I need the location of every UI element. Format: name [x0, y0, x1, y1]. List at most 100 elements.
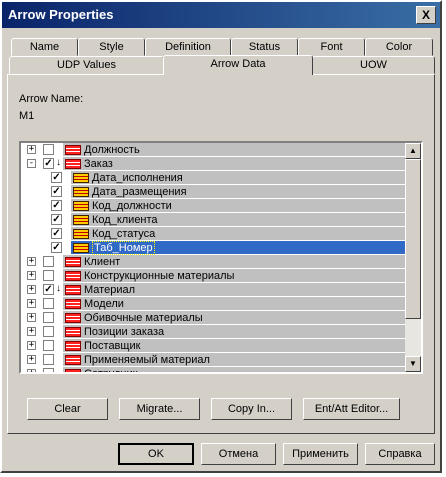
ent-att-editor-button[interactable]: Ent/Att Editor... — [303, 398, 400, 420]
dialog-title: Arrow Properties — [8, 7, 114, 22]
row-checkbox[interactable]: ✓ — [51, 228, 62, 239]
attribute-row[interactable]: ✓ Таб_Номер — [21, 241, 405, 255]
close-button[interactable]: X — [416, 6, 436, 24]
expand-icon[interactable]: + — [27, 145, 36, 154]
arrow-name-label: Arrow Name: — [19, 93, 84, 105]
expand-icon[interactable]: + — [27, 313, 36, 322]
row-checkbox[interactable]: ✓ — [51, 200, 62, 211]
row-checkbox[interactable] — [43, 270, 54, 281]
row-checkbox[interactable] — [43, 298, 54, 309]
tab-style[interactable]: Style — [78, 38, 145, 56]
entity-icon — [65, 369, 81, 372]
expand-icon[interactable]: + — [27, 299, 36, 308]
ok-button[interactable]: OK — [118, 443, 194, 465]
tab-udp-values[interactable]: UDP Values — [9, 56, 164, 74]
arrow-name-value: M1 — [19, 110, 35, 122]
entity-icon — [65, 145, 81, 155]
attribute-row[interactable]: ✓ Код_клиента — [21, 213, 405, 227]
row-highlight — [63, 157, 405, 171]
scroll-up-button[interactable]: ▲ — [405, 143, 421, 159]
row-label: Позиции заказа — [84, 326, 165, 338]
row-checkbox[interactable] — [43, 312, 54, 323]
apply-button[interactable]: Применить — [283, 443, 358, 465]
row-checkbox[interactable] — [43, 326, 54, 337]
expand-icon[interactable]: + — [27, 355, 36, 364]
row-label: Должность — [84, 144, 140, 156]
row-checkbox[interactable] — [43, 144, 54, 155]
expand-icon[interactable]: + — [27, 257, 36, 266]
entity-row[interactable]: + Клиент — [21, 255, 405, 269]
entity-row[interactable]: + Должность — [21, 143, 405, 157]
entity-row[interactable]: + Применяемый материал — [21, 353, 405, 367]
expand-icon[interactable]: + — [27, 327, 36, 336]
tree-rows: + Должность - ✓ ↓ Заказ ✓ Дата_исполнения ✓ Дата_… — [21, 143, 405, 372]
tab-name[interactable]: Name — [11, 38, 78, 56]
attribute-row[interactable]: ✓ Код_должности — [21, 199, 405, 213]
row-label: Дата_исполнения — [92, 172, 183, 184]
tab-status[interactable]: Status — [231, 38, 298, 56]
expand-icon[interactable]: + — [27, 285, 36, 294]
tab-arrow-data[interactable]: Arrow Data — [163, 55, 313, 75]
row-label: Код_клиента — [92, 214, 158, 226]
scroll-down-button[interactable]: ▼ — [405, 356, 421, 372]
row-label: Таб_Номер — [92, 241, 155, 255]
entity-icon — [65, 271, 81, 281]
entity-icon — [65, 313, 81, 323]
tab-definition[interactable]: Definition — [145, 38, 231, 56]
cancel-button[interactable]: Отмена — [201, 443, 276, 465]
tab-color[interactable]: Color — [365, 38, 433, 56]
row-checkbox[interactable]: ✓ — [51, 186, 62, 197]
attribute-icon — [73, 215, 89, 225]
entity-row[interactable]: + ✓ ↓ Материал — [21, 283, 405, 297]
entity-row[interactable]: - ✓ ↓ Заказ — [21, 157, 405, 171]
expand-icon[interactable]: + — [27, 369, 36, 372]
attribute-icon — [73, 201, 89, 211]
row-label: Сотрудник — [84, 367, 137, 372]
entity-icon — [65, 285, 81, 295]
row-label: Поставщик — [84, 340, 141, 352]
expand-icon[interactable]: + — [27, 271, 36, 280]
attribute-icon — [73, 243, 89, 253]
tab-uow[interactable]: UOW — [312, 56, 435, 74]
entity-icon — [65, 159, 81, 169]
entity-icon — [65, 299, 81, 309]
row-checkbox[interactable]: ✓ — [51, 242, 62, 253]
collapse-icon[interactable]: - — [27, 159, 36, 168]
copy-in-button[interactable]: Copy In... — [211, 398, 292, 420]
entity-row[interactable]: + Позиции заказа — [21, 325, 405, 339]
tree-vertical-scrollbar[interactable]: ▲ ▼ — [405, 143, 421, 372]
entity-row[interactable]: + Модели — [21, 297, 405, 311]
row-checkbox[interactable] — [43, 340, 54, 351]
entity-icon — [65, 327, 81, 337]
attribute-icon — [73, 187, 89, 197]
row-checkbox[interactable]: ✓ — [51, 172, 62, 183]
clear-button[interactable]: Clear — [27, 398, 108, 420]
row-label: Модели — [84, 298, 124, 310]
entity-row[interactable]: + Сотрудник — [21, 367, 405, 372]
attribute-row[interactable]: ✓ Дата_размещения — [21, 185, 405, 199]
tab-font[interactable]: Font — [298, 38, 365, 56]
row-checkbox[interactable]: ✓ — [43, 158, 54, 169]
entity-attribute-tree[interactable]: + Должность - ✓ ↓ Заказ ✓ Дата_исполнения ✓ Дата_… — [19, 141, 423, 374]
entity-row[interactable]: + Конструкционные материалы — [21, 269, 405, 283]
entity-row[interactable]: + Поставщик — [21, 339, 405, 353]
row-checkbox[interactable] — [43, 354, 54, 365]
row-checkbox[interactable]: ✓ — [51, 214, 62, 225]
attribute-row[interactable]: ✓ Код_статуса — [21, 227, 405, 241]
expand-icon[interactable]: + — [27, 341, 36, 350]
row-checkbox[interactable] — [43, 368, 54, 372]
migrate-button[interactable]: Migrate... — [119, 398, 200, 420]
entity-row[interactable]: + Обивочные материалы — [21, 311, 405, 325]
row-checkbox[interactable] — [43, 256, 54, 267]
row-checkbox[interactable]: ✓ — [43, 284, 54, 295]
entity-icon — [65, 341, 81, 351]
arrow-down-icon: ↓ — [56, 157, 61, 168]
help-button[interactable]: Справка — [365, 443, 435, 465]
entity-icon — [65, 355, 81, 365]
row-label: Код_статуса — [92, 228, 156, 240]
row-label: Код_должности — [92, 200, 172, 212]
attribute-row[interactable]: ✓ Дата_исполнения — [21, 171, 405, 185]
row-label: Конструкционные материалы — [84, 270, 235, 282]
scroll-thumb[interactable] — [405, 159, 421, 319]
row-label: Дата_размещения — [92, 186, 187, 198]
